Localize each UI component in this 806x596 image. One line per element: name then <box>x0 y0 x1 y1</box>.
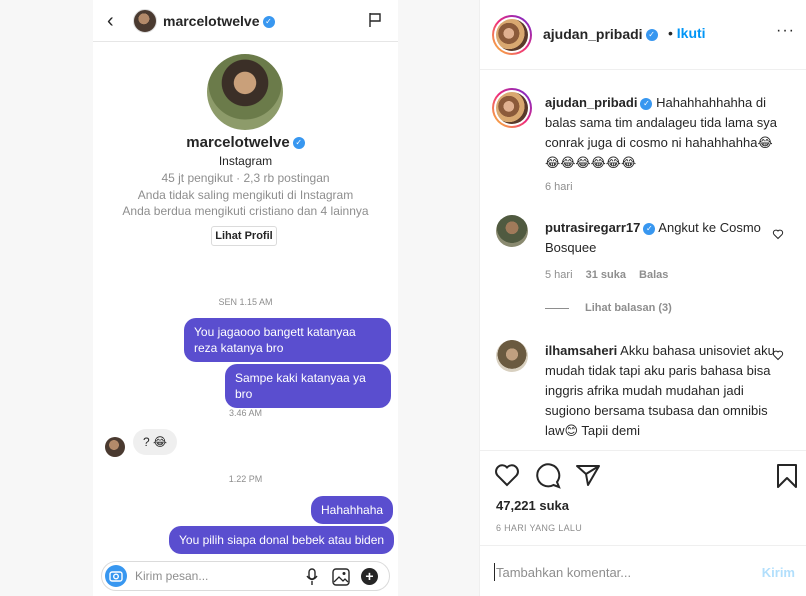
dm-avatar[interactable] <box>133 9 157 33</box>
verified-icon: ✓ <box>643 222 656 235</box>
share-icon[interactable] <box>575 463 601 487</box>
flag-icon[interactable] <box>368 12 382 28</box>
back-icon[interactable]: ‹ <box>107 11 114 31</box>
comment-time: 5 hari <box>545 269 573 281</box>
follow-status-note: Anda tidak saling mengikuti di Instagram <box>137 188 354 202</box>
message-input[interactable]: Kirim pesan... <box>135 569 285 583</box>
verified-icon: ✓ <box>292 137 305 150</box>
save-bookmark-icon[interactable] <box>776 463 798 489</box>
post-sidebar: ajudan_pribadi ✓ • Ikuti ··· ajudan_priba… <box>479 0 806 596</box>
post-comment-button[interactable]: Kirim <box>762 565 795 580</box>
more-options-icon[interactable]: ··· <box>776 22 795 40</box>
comment-input[interactable]: Tambahkan komentar... <box>493 563 631 581</box>
view-profile-button[interactable]: Lihat Profil <box>211 226 277 246</box>
post-timestamp[interactable]: 6 HARI YANG LALU <box>496 523 582 533</box>
add-comment-bar: Tambahkan komentar... Kirim <box>480 545 806 596</box>
like-comment-heart-icon[interactable] <box>772 228 784 240</box>
sender-avatar <box>105 437 125 457</box>
dm-header: ‹ marcelotwelve ✓ <box>93 0 398 42</box>
caption: ajudan_pribadi ✓ Hahahhahhahha di balas s… <box>545 93 777 173</box>
comment: putrasiregarr17 ✓ Angkut ke Cosmo Bosquee <box>545 218 777 258</box>
message-bubble-sent: Hahahhaha <box>311 496 394 524</box>
commenter-avatar[interactable] <box>496 215 528 247</box>
profile-platform: Instagram <box>218 154 273 168</box>
add-media-icon[interactable]: + <box>361 568 378 585</box>
comment-meta: 5 hari 31 suka Balas <box>545 269 668 281</box>
dm-username[interactable]: marcelotwelve ✓ <box>163 13 275 29</box>
message-bubble-sent: You pilih siapa donal bebek atau biden <box>169 526 395 554</box>
message-bubble-sent: You jagaooo bangett katanyaa reza katany… <box>184 318 391 362</box>
like-heart-icon[interactable] <box>494 463 520 487</box>
message-timestamp: 3.46 AM <box>228 408 263 418</box>
post-header: ajudan_pribadi ✓ • Ikuti ··· <box>480 0 806 70</box>
dm-screenshot-panel: ‹ marcelotwelve ✓ marcelotwelve ✓ Instagra… <box>0 0 479 596</box>
comment: ilhamsaheri Akku bahasa unisoviet aku mu… <box>545 341 777 441</box>
view-replies-button[interactable]: Lihat balasan (3) <box>545 302 672 314</box>
like-comment-heart-icon[interactable] <box>772 349 784 361</box>
message-composer: Kirim pesan... + <box>101 561 390 591</box>
verified-icon: ✓ <box>262 16 275 29</box>
verified-icon: ✓ <box>640 97 653 110</box>
microphone-icon[interactable] <box>305 568 319 586</box>
camera-button[interactable] <box>105 565 127 587</box>
caption-time: 6 hari <box>545 181 573 193</box>
post-actions: 47,221 suka 6 HARI YANG LALU <box>480 450 806 545</box>
dm-username-text: marcelotwelve <box>163 13 260 29</box>
caption-avatar[interactable] <box>492 88 532 128</box>
follow-label: Ikuti <box>676 25 706 41</box>
comment-username[interactable]: ilhamsaheri <box>545 343 617 358</box>
author-username[interactable]: ajudan_pribadi ✓ <box>543 26 658 42</box>
message-timestamp: 1.22 PM <box>228 474 263 484</box>
message-bubble-received: ? 😂 <box>133 429 178 455</box>
separator-dot: • <box>668 25 673 41</box>
author-avatar[interactable] <box>492 15 532 55</box>
profile-name-text: marcelotwelve <box>186 134 290 151</box>
caption-username[interactable]: ajudan_pribadi <box>545 95 637 110</box>
comment-username[interactable]: putrasiregarr17 <box>545 220 640 235</box>
comments-list[interactable]: ajudan_pribadi ✓ Hahahhahhahha di balas s… <box>480 71 806 450</box>
message-timestamp: SEN 1.15 AM <box>218 297 273 307</box>
like-count[interactable]: 47,221 suka <box>496 498 569 513</box>
camera-icon <box>109 571 123 582</box>
profile-name: marcelotwelve ✓ <box>93 134 398 151</box>
verified-icon: ✓ <box>645 29 658 42</box>
comment-icon[interactable] <box>535 463 561 489</box>
profile-photo <box>207 54 283 130</box>
profile-stats: 45 jt pengikut · 2,3 rb postingan <box>161 171 330 185</box>
commenter-avatar[interactable] <box>496 340 528 372</box>
reply-button[interactable]: Balas <box>639 269 668 281</box>
message-bubble-sent: Sampe kaki katanyaa ya bro <box>225 364 391 408</box>
author-username-text: ajudan_pribadi <box>543 26 643 42</box>
mutual-follow-note: Anda berdua mengikuti cristiano dan 4 la… <box>122 204 369 218</box>
comment-likes[interactable]: 31 suka <box>586 269 626 281</box>
gallery-icon[interactable] <box>332 568 350 586</box>
follow-button[interactable]: • Ikuti <box>668 25 706 41</box>
dm-phone-screen: ‹ marcelotwelve ✓ marcelotwelve ✓ Instagra… <box>93 0 398 596</box>
